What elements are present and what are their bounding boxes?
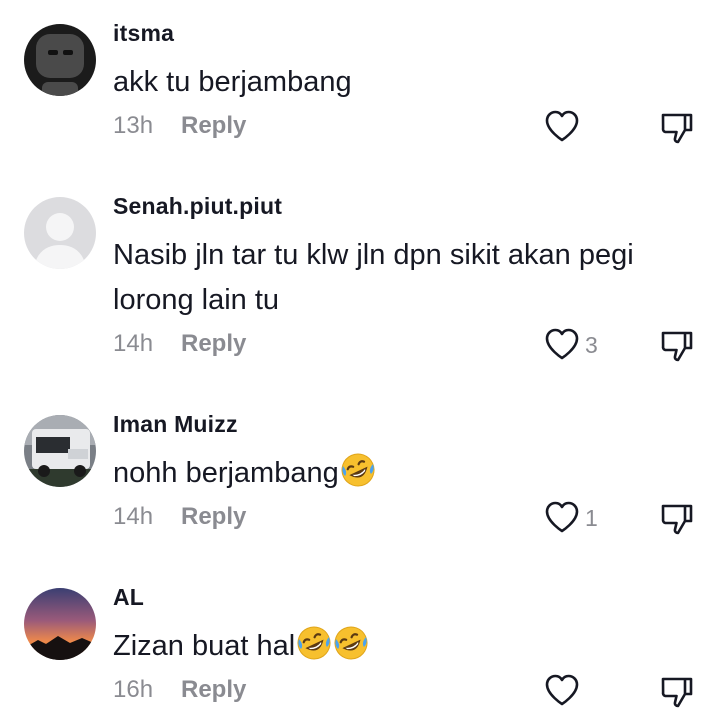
comment-username[interactable]: AL xyxy=(113,584,144,611)
avatar[interactable] xyxy=(24,588,96,660)
comment-text-content: Nasib jln tar tu klw jln dpn sikit akan … xyxy=(113,239,634,316)
thumbs-down-icon xyxy=(661,504,693,535)
avatar[interactable] xyxy=(24,197,96,269)
thumbs-down-icon xyxy=(661,113,693,144)
comment-username[interactable]: Senah.piut.piut xyxy=(113,193,282,220)
comment-text: Nasib jln tar tu klw jln dpn sikit akan … xyxy=(113,233,693,323)
comment-time: 14h xyxy=(113,503,154,530)
like-count: 3 xyxy=(585,332,598,358)
comment-text: nohh berjambang xyxy=(113,451,693,502)
comment-time: 14h xyxy=(113,330,154,357)
comment-text: Zizan buat hal xyxy=(113,624,693,675)
reply-button[interactable]: Reply xyxy=(181,330,246,358)
comment-text-content: akk tu berjambang xyxy=(113,66,352,98)
heart-outline-icon xyxy=(545,674,579,706)
avatar[interactable] xyxy=(24,415,96,487)
heart-outline-icon xyxy=(545,328,579,360)
like-button[interactable]: 1 xyxy=(543,499,613,539)
avatar[interactable] xyxy=(24,24,96,96)
dislike-button[interactable] xyxy=(659,501,695,537)
dislike-button[interactable] xyxy=(659,328,695,364)
comment-text-content: nohh berjambang xyxy=(113,457,339,489)
reply-button[interactable]: Reply xyxy=(181,676,246,704)
thumbs-down-icon xyxy=(661,677,693,708)
comment-text-content: Zizan buat hal xyxy=(113,630,296,662)
reply-button[interactable]: Reply xyxy=(181,112,246,140)
like-button[interactable] xyxy=(543,672,613,712)
comment-username[interactable]: itsma xyxy=(113,20,174,47)
comment-time: 16h xyxy=(113,676,154,703)
heart-outline-icon xyxy=(545,110,579,142)
dislike-button[interactable] xyxy=(659,674,695,710)
like-button[interactable] xyxy=(543,108,613,148)
like-button[interactable]: 3 xyxy=(543,326,613,366)
comment-text: akk tu berjambang xyxy=(113,60,693,105)
comment-time: 13h xyxy=(113,112,154,139)
rolling-on-the-floor-laughing-emoji xyxy=(340,452,376,502)
dislike-button[interactable] xyxy=(659,110,695,146)
reply-button[interactable]: Reply xyxy=(181,503,246,531)
like-count: 1 xyxy=(585,505,598,531)
thumbs-down-icon xyxy=(661,331,693,362)
heart-outline-icon xyxy=(545,501,579,533)
comment-username[interactable]: Iman Muizz xyxy=(113,411,238,438)
rolling-on-the-floor-laughing-emoji xyxy=(333,625,369,675)
rolling-on-the-floor-laughing-emoji xyxy=(296,625,332,675)
